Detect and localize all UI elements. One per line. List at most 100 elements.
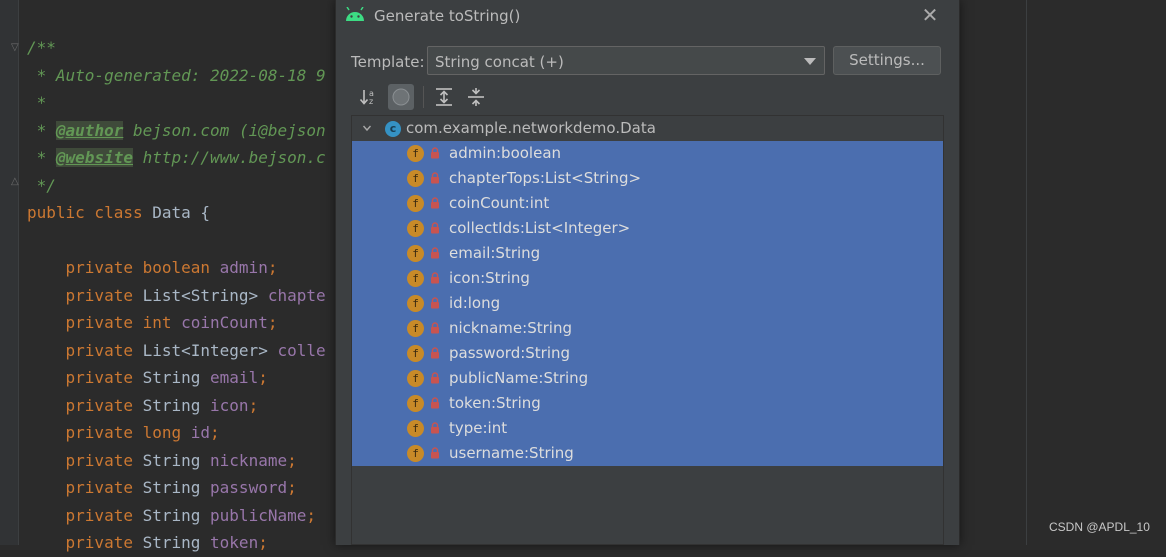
- member-label: nickname:String: [449, 319, 572, 337]
- lock-icon: [430, 222, 440, 234]
- code-token: private: [27, 395, 143, 415]
- member-label: publicName:String: [449, 369, 589, 387]
- lock-icon: [430, 422, 440, 434]
- class-icon: c: [385, 121, 401, 137]
- code-line[interactable]: private String icon;: [27, 392, 326, 420]
- lock-icon: [430, 197, 440, 209]
- code-token: */: [27, 175, 56, 195]
- code-line[interactable]: * @author bejson.com (i@bejson: [27, 117, 326, 145]
- code-line[interactable]: * Auto-generated: 2022-08-18 9: [27, 62, 326, 90]
- code-token: ;: [210, 423, 220, 442]
- field-icon: f: [407, 345, 424, 362]
- code-token: private: [27, 533, 143, 552]
- right-margin-guide: [1026, 0, 1027, 545]
- code-token: *: [27, 148, 56, 167]
- source-code[interactable]: /** * Auto-generated: 2022-08-18 9 * * @…: [27, 34, 326, 557]
- code-token: chapte: [267, 285, 326, 305]
- show-inherited-button[interactable]: [388, 84, 414, 110]
- gutter-divider: [18, 0, 19, 545]
- settings-button[interactable]: Settings...: [833, 46, 941, 75]
- watermark: CSDN @APDL_10: [1049, 520, 1150, 534]
- collapse-all-button[interactable]: [463, 84, 489, 110]
- code-line[interactable]: private String publicName;: [27, 502, 326, 530]
- code-token: coinCount: [181, 313, 268, 332]
- code-token: nickname: [210, 450, 288, 470]
- svg-text:z: z: [369, 97, 373, 106]
- chevron-down-icon[interactable]: [363, 124, 371, 132]
- member-tree[interactable]: c com.example.networkdemo.Data f admin:bo…: [351, 115, 944, 545]
- lock-icon: [430, 447, 440, 459]
- member-item[interactable]: f type:int: [352, 416, 943, 441]
- member-item[interactable]: f email:String: [352, 241, 943, 266]
- code-token: public class: [27, 203, 153, 222]
- code-token: private: [27, 505, 143, 525]
- code-token: *: [27, 93, 47, 112]
- member-label: coinCount:int: [449, 194, 550, 212]
- code-line[interactable]: private String nickname;: [27, 447, 326, 475]
- expand-all-button[interactable]: [431, 84, 457, 110]
- member-item[interactable]: f chapterTops:List<String>: [352, 166, 943, 191]
- code-line[interactable]: public class Data {: [27, 199, 326, 227]
- code-line[interactable]: */: [27, 172, 326, 200]
- field-icon: f: [407, 170, 424, 187]
- generate-tostring-dialog: Generate toString() ✕ Template: String c…: [335, 0, 960, 545]
- fold-end-icon[interactable]: △: [11, 176, 21, 188]
- code-token: *: [27, 120, 56, 140]
- toolbar-separator: [423, 86, 424, 108]
- code-token: /**: [27, 38, 56, 57]
- code-token: password: [210, 478, 288, 497]
- code-token: ;: [306, 505, 316, 525]
- member-item[interactable]: f collectIds:List<Integer>: [352, 216, 943, 241]
- member-item[interactable]: f id:long: [352, 291, 943, 316]
- code-token: publicName: [210, 505, 307, 525]
- member-item[interactable]: f username:String: [352, 441, 943, 466]
- member-item[interactable]: f token:String: [352, 391, 943, 416]
- code-line[interactable]: * @website http://www.bejson.c: [27, 144, 326, 172]
- fold-start-icon[interactable]: ▽: [11, 42, 21, 54]
- sort-alphabetically-button[interactable]: a z: [356, 84, 382, 110]
- field-icon: f: [407, 320, 424, 337]
- member-item[interactable]: f password:String: [352, 341, 943, 366]
- member-item[interactable]: f admin:boolean: [352, 141, 943, 166]
- template-dropdown[interactable]: String concat (+): [427, 46, 825, 75]
- code-line[interactable]: private List<String> chapte: [27, 282, 326, 310]
- code-token: List<String>: [142, 285, 268, 305]
- code-token: token: [210, 533, 259, 552]
- member-item[interactable]: f publicName:String: [352, 366, 943, 391]
- code-line[interactable]: /**: [27, 34, 326, 62]
- chevron-down-icon: [804, 58, 816, 65]
- android-icon: [346, 7, 364, 21]
- member-item[interactable]: f coinCount:int: [352, 191, 943, 216]
- member-label: email:String: [449, 244, 541, 262]
- member-label: id:long: [449, 294, 501, 312]
- code-token: ;: [258, 533, 268, 552]
- code-line[interactable]: [27, 227, 326, 255]
- code-line[interactable]: private int coinCount;: [27, 309, 326, 337]
- field-icon: f: [407, 145, 424, 162]
- dialog-title-bar[interactable]: Generate toString() ✕: [336, 0, 959, 32]
- member-item[interactable]: f nickname:String: [352, 316, 943, 341]
- tree-toolbar: a z: [356, 84, 556, 110]
- close-icon[interactable]: ✕: [920, 4, 940, 26]
- member-item[interactable]: f icon:String: [352, 266, 943, 291]
- lock-icon: [430, 297, 440, 309]
- selected-members: f admin:boolean f chapterTops:List<String> f…: [352, 141, 943, 466]
- tree-root-row[interactable]: c com.example.networkdemo.Data: [352, 116, 943, 141]
- template-value: String concat (+): [435, 53, 564, 71]
- code-line[interactable]: private List<Integer> colle: [27, 337, 326, 365]
- code-token: private: [27, 478, 143, 497]
- code-line[interactable]: private String password;: [27, 474, 326, 502]
- code-line[interactable]: private boolean admin;: [27, 254, 326, 282]
- member-label: type:int: [449, 419, 508, 437]
- lock-icon: [430, 322, 440, 334]
- lock-icon: [430, 347, 440, 359]
- collapse-all-icon: [468, 88, 484, 106]
- code-line[interactable]: private String token;: [27, 529, 326, 557]
- code-token: ;: [267, 258, 278, 277]
- inherited-members-icon: [392, 88, 410, 106]
- code-token: ;: [258, 368, 268, 387]
- code-line[interactable]: private String email;: [27, 364, 326, 392]
- code-token: colle: [277, 340, 326, 360]
- code-line[interactable]: private long id;: [27, 419, 326, 447]
- code-line[interactable]: *: [27, 89, 326, 117]
